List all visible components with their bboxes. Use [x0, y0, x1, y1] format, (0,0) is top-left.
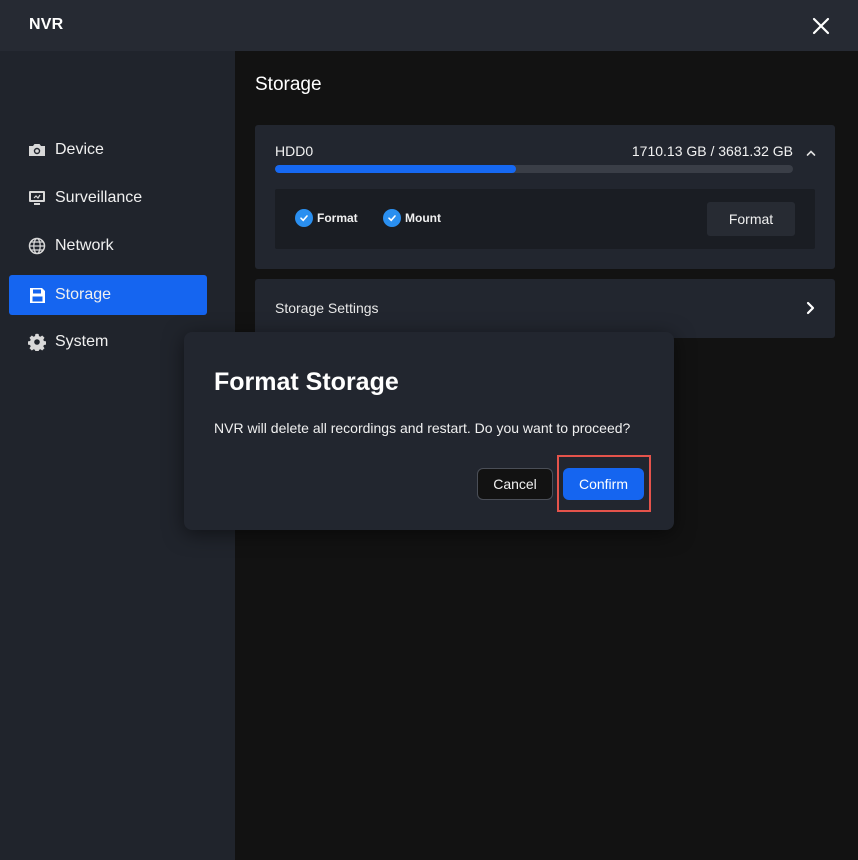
nvr-window: NVR Device Surveillance Network Storage …: [0, 0, 858, 860]
sidebar-item-storage[interactable]: Storage: [9, 275, 207, 315]
format-button[interactable]: Format: [707, 202, 795, 236]
chevron-up-icon[interactable]: [805, 147, 817, 159]
close-icon: [812, 17, 830, 35]
sidebar-item-surveillance[interactable]: Surveillance: [9, 178, 207, 218]
page-title: Storage: [255, 74, 322, 95]
format-status: Format: [295, 209, 358, 227]
format-status-label: Format: [317, 211, 358, 225]
camera-icon: [27, 140, 47, 160]
chevron-right-icon: [806, 301, 815, 315]
mount-status: Mount: [383, 209, 441, 227]
sidebar-item-network[interactable]: Network: [9, 226, 207, 266]
sidebar-item-device[interactable]: Device: [9, 130, 207, 170]
format-storage-dialog: Format Storage NVR will delete all recor…: [184, 332, 674, 530]
globe-icon: [27, 236, 47, 256]
title-bar: NVR: [0, 0, 858, 51]
app-title: NVR: [29, 16, 64, 33]
monitor-icon: [27, 188, 47, 208]
floppy-disk-icon: [27, 285, 47, 305]
cancel-button[interactable]: Cancel: [477, 468, 553, 500]
sidebar-item-system[interactable]: System: [9, 322, 207, 362]
storage-settings-row[interactable]: Storage Settings: [255, 279, 835, 338]
close-button[interactable]: [806, 11, 836, 41]
hdd-usage: 1710.13 GB / 3681.32 GB: [631, 143, 793, 159]
hdd-usage-bar: [275, 165, 793, 173]
sidebar-item-label: Device: [55, 141, 104, 158]
hdd-usage-bar-fill: [275, 165, 516, 173]
storage-settings-label: Storage Settings: [275, 300, 379, 316]
sidebar-item-label: System: [55, 333, 109, 350]
hdd-name: HDD0: [275, 143, 314, 159]
sidebar-item-label: Network: [55, 237, 114, 254]
dialog-message: NVR will delete all recordings and resta…: [214, 420, 631, 436]
hdd-card: HDD0 1710.13 GB / 3681.32 GB Format Moun…: [255, 125, 835, 269]
check-icon: [295, 209, 313, 227]
sidebar-item-label: Storage: [55, 286, 112, 303]
check-icon: [383, 209, 401, 227]
mount-status-label: Mount: [405, 211, 441, 225]
gear-icon: [27, 332, 47, 352]
hdd-status-panel: Format Mount Format: [275, 189, 815, 249]
confirm-button[interactable]: Confirm: [563, 468, 644, 500]
dialog-title: Format Storage: [214, 368, 399, 396]
sidebar-item-label: Surveillance: [55, 189, 143, 206]
